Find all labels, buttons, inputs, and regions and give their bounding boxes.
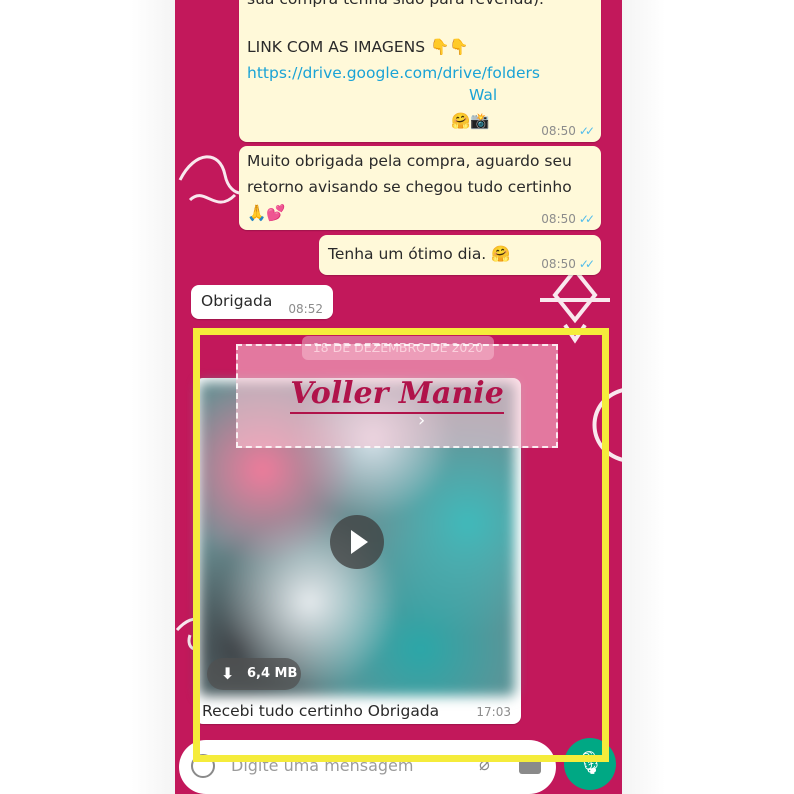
- video-caption: Recebi tudo certinho Obrigada: [202, 702, 440, 720]
- message-emojis: 🤗📸: [451, 112, 490, 130]
- download-button[interactable]: ⬇ 6,4 MB: [207, 658, 301, 690]
- message-text: LINK COM AS IMAGENS 👇👇: [247, 38, 469, 56]
- message-input-bar[interactable]: Digite uma mensagem ⌀: [179, 740, 556, 794]
- left-margin: [0, 0, 175, 794]
- chevron-right-icon: ›: [418, 410, 426, 431]
- file-size: 6,4 MB: [247, 666, 298, 681]
- brand-watermark: Voller Manie ›: [236, 344, 558, 448]
- outgoing-message[interactable]: Tenha um ótimo dia. 🤗 08:50 ✓✓: [319, 235, 601, 275]
- camera-icon[interactable]: [519, 756, 541, 774]
- double-check-icon: ✓✓: [578, 212, 595, 226]
- message-meta: 08:50 ✓✓: [541, 212, 595, 226]
- message-meta: 08:50 ✓✓: [541, 124, 595, 138]
- message-text: Muito obrigada pela compra, aguardo seu …: [247, 152, 572, 222]
- message-text: Obrigada: [201, 292, 273, 310]
- attach-icon[interactable]: ⌀: [479, 754, 490, 775]
- emoji-icon[interactable]: [191, 754, 215, 778]
- message-text: Tenha um ótimo dia. 🤗: [328, 245, 511, 263]
- message-time: 08:52: [288, 302, 323, 316]
- message-time: 08:50: [541, 212, 576, 226]
- chat-screen[interactable]: sua compra tenha sido para revenda). LIN…: [175, 0, 622, 794]
- outgoing-message[interactable]: sua compra tenha sido para revenda). LIN…: [239, 0, 601, 142]
- mic-icon[interactable]: 🎙: [564, 738, 616, 790]
- watermark-underline: [290, 412, 504, 414]
- double-check-icon: ✓✓: [578, 124, 595, 138]
- right-margin: [622, 0, 794, 794]
- double-check-icon: ✓✓: [578, 257, 595, 271]
- incoming-message[interactable]: Obrigada 08:52: [191, 285, 333, 319]
- download-icon: ⬇: [221, 664, 235, 683]
- play-icon[interactable]: [330, 515, 384, 569]
- message-meta: 08:50 ✓✓: [541, 257, 595, 271]
- message-text: sua compra tenha sido para revenda).: [247, 0, 544, 12]
- watermark-brand-text: Voller Manie: [290, 376, 504, 411]
- wallpaper-ornament: [592, 388, 622, 462]
- message-input[interactable]: Digite uma mensagem: [231, 756, 413, 775]
- message-time: 17:03: [476, 705, 511, 719]
- link-fragment[interactable]: Wal: [469, 82, 497, 108]
- outgoing-message[interactable]: Muito obrigada pela compra, aguardo seu …: [239, 146, 601, 230]
- wallpaper-ornament: [540, 266, 610, 344]
- message-time: 08:50: [541, 124, 576, 138]
- message-time: 08:50: [541, 257, 576, 271]
